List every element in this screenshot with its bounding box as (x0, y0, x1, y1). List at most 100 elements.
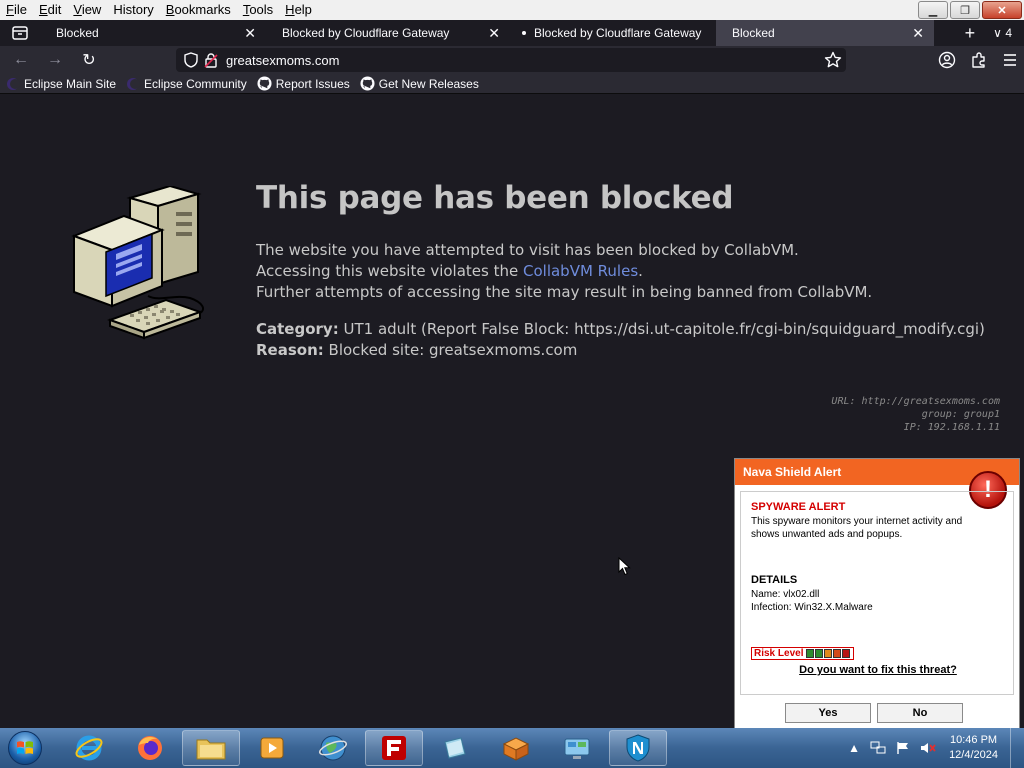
bookmark-eclipse-community[interactable]: Eclipse Community (126, 77, 247, 91)
yes-button[interactable]: Yes (785, 703, 871, 723)
taskbar-firefox[interactable] (121, 730, 179, 766)
internet-explorer-icon (75, 735, 103, 761)
menu-edit[interactable]: Edit (33, 0, 67, 20)
volume-muted-icon[interactable] (920, 741, 936, 755)
tab-close-icon[interactable]: ✕ (912, 25, 924, 42)
list-all-tabs-button[interactable]: ∨ 4 (993, 26, 1012, 40)
forward-arrow-icon: → (47, 51, 63, 68)
window-controls: ▁ ❐ ✕ (918, 1, 1022, 19)
notepad-icon (444, 737, 466, 759)
menu-help[interactable]: Help (279, 0, 318, 20)
taskbar-network-globe[interactable] (304, 730, 362, 766)
control-panel-icon (564, 738, 590, 759)
taskbar-internet-explorer[interactable] (60, 730, 118, 766)
risk-level-label: Risk Level (754, 648, 804, 659)
nava-shield-icon (626, 734, 650, 762)
taskbar-file-explorer[interactable] (182, 730, 240, 766)
shield-icon (184, 52, 198, 68)
popup-body: SPYWARE ALERT This spyware monitors your… (740, 491, 1014, 695)
tab-close-icon[interactable]: ✕ (488, 25, 500, 42)
account-icon[interactable] (938, 51, 956, 69)
mouse-cursor-icon (618, 557, 631, 576)
tab-strip: Blocked ✕ Blocked by Cloudflare Gateway … (0, 20, 1024, 46)
risk-segment (842, 649, 851, 658)
firefox-view-icon (12, 26, 28, 40)
tab-actions: + ∨ 4 (965, 23, 1024, 44)
lock-icon (204, 53, 218, 68)
forward-button[interactable]: → (38, 46, 72, 74)
block-line-2: Accessing this website violates the Coll… (256, 262, 643, 280)
block-message: The website you have attempted to visit … (256, 240, 872, 303)
menu-bar: File Edit View History Bookmarks Tools H… (0, 0, 1024, 20)
clock[interactable]: 10:46 PM 12/4/2024 (949, 733, 998, 763)
reload-icon: ↻ (82, 52, 96, 69)
back-button[interactable]: ← (4, 46, 38, 74)
computer-illustration-icon (71, 186, 205, 340)
details-title: DETAILS (751, 574, 798, 586)
tab-blocked-active[interactable]: Blocked ✕ (716, 20, 934, 46)
firefox-icon (138, 736, 162, 760)
minimize-button[interactable]: ▁ (918, 1, 948, 19)
github-icon (257, 76, 272, 91)
navigation-bar: ← → ↻ greatsexmoms.com (0, 46, 1024, 74)
menu-history[interactable]: History (107, 0, 159, 20)
globe-icon (318, 735, 348, 761)
taskbar: ▲ 10:46 PM 12/4/2024 (0, 728, 1024, 768)
fix-threat-question[interactable]: Do you want to fix this threat? (741, 664, 1015, 676)
close-window-button[interactable]: ✕ (982, 1, 1022, 19)
start-button[interactable] (0, 728, 50, 768)
url-bar[interactable]: greatsexmoms.com (176, 48, 846, 72)
menu-tools[interactable]: Tools (237, 0, 279, 20)
show-desktop-button[interactable] (1010, 728, 1024, 768)
spyware-alert-description: This spyware monitors your internet acti… (751, 516, 963, 540)
url-text[interactable]: greatsexmoms.com (226, 53, 339, 68)
media-player-icon (260, 737, 284, 759)
new-tab-icon[interactable]: + (965, 23, 976, 44)
firefox-view-button[interactable] (0, 20, 40, 46)
taskbar-nava-shield[interactable] (609, 730, 667, 766)
details-name: Name: vlx02.dll (751, 589, 820, 600)
github-icon (360, 76, 375, 91)
taskbar-control-panel[interactable] (548, 730, 606, 766)
windows-logo-icon (8, 731, 42, 765)
menu-file[interactable]: File (0, 0, 33, 20)
toolbar-right (938, 46, 1018, 74)
debug-group: group: group1 (921, 409, 1000, 420)
chevron-down-icon: ∨ (993, 26, 1002, 40)
tab-cloudflare-1[interactable]: Blocked by Cloudflare Gateway ✕ (266, 20, 510, 46)
bookmark-get-new-releases[interactable]: Get New Releases (360, 76, 479, 91)
minimize-icon: ▁ (928, 4, 938, 17)
restore-button[interactable]: ❐ (950, 1, 980, 19)
tab-blocked-1[interactable]: Blocked ✕ (40, 20, 266, 46)
spyware-alert-title: SPYWARE ALERT (751, 501, 846, 513)
system-tray: ▲ 10:46 PM 12/4/2024 (843, 728, 1024, 768)
taskbar-notepad[interactable] (426, 730, 484, 766)
reload-button[interactable]: ↻ (72, 46, 106, 74)
bookmark-star-icon[interactable] (824, 51, 842, 69)
network-icon[interactable] (870, 741, 886, 755)
action-center-flag-icon[interactable] (896, 741, 910, 755)
filezilla-icon (382, 736, 406, 760)
close-icon: ✕ (997, 4, 1007, 17)
menu-view[interactable]: View (67, 0, 107, 20)
details-infection: Infection: Win32.X.Malware (751, 602, 873, 613)
tab-cloudflare-2[interactable]: Blocked by Cloudflare Gateway (510, 20, 716, 46)
tab-close-icon[interactable]: ✕ (244, 25, 256, 42)
no-button[interactable]: No (877, 703, 963, 723)
block-line-1: The website you have attempted to visit … (256, 241, 799, 259)
bookmark-report-issues[interactable]: Report Issues (257, 76, 350, 91)
hamburger-menu-icon[interactable] (1002, 53, 1018, 67)
debug-ip: IP: 192.168.1.11 (903, 422, 1000, 433)
collabvm-rules-link[interactable]: CollabVM Rules (523, 262, 638, 280)
taskbar-media-player[interactable] (243, 730, 301, 766)
menu-bookmarks[interactable]: Bookmarks (160, 0, 237, 20)
risk-segment (806, 649, 815, 658)
extensions-icon[interactable] (970, 51, 988, 69)
clock-time: 10:46 PM (949, 734, 998, 746)
bookmark-eclipse-main[interactable]: Eclipse Main Site (6, 77, 116, 91)
folder-icon (196, 739, 226, 760)
taskbar-filezilla[interactable] (365, 730, 423, 766)
show-hidden-icons-icon[interactable]: ▲ (848, 741, 860, 755)
taskbar-package-box[interactable] (487, 730, 545, 766)
debug-url: URL: http://greatsexmoms.com (831, 396, 1000, 407)
